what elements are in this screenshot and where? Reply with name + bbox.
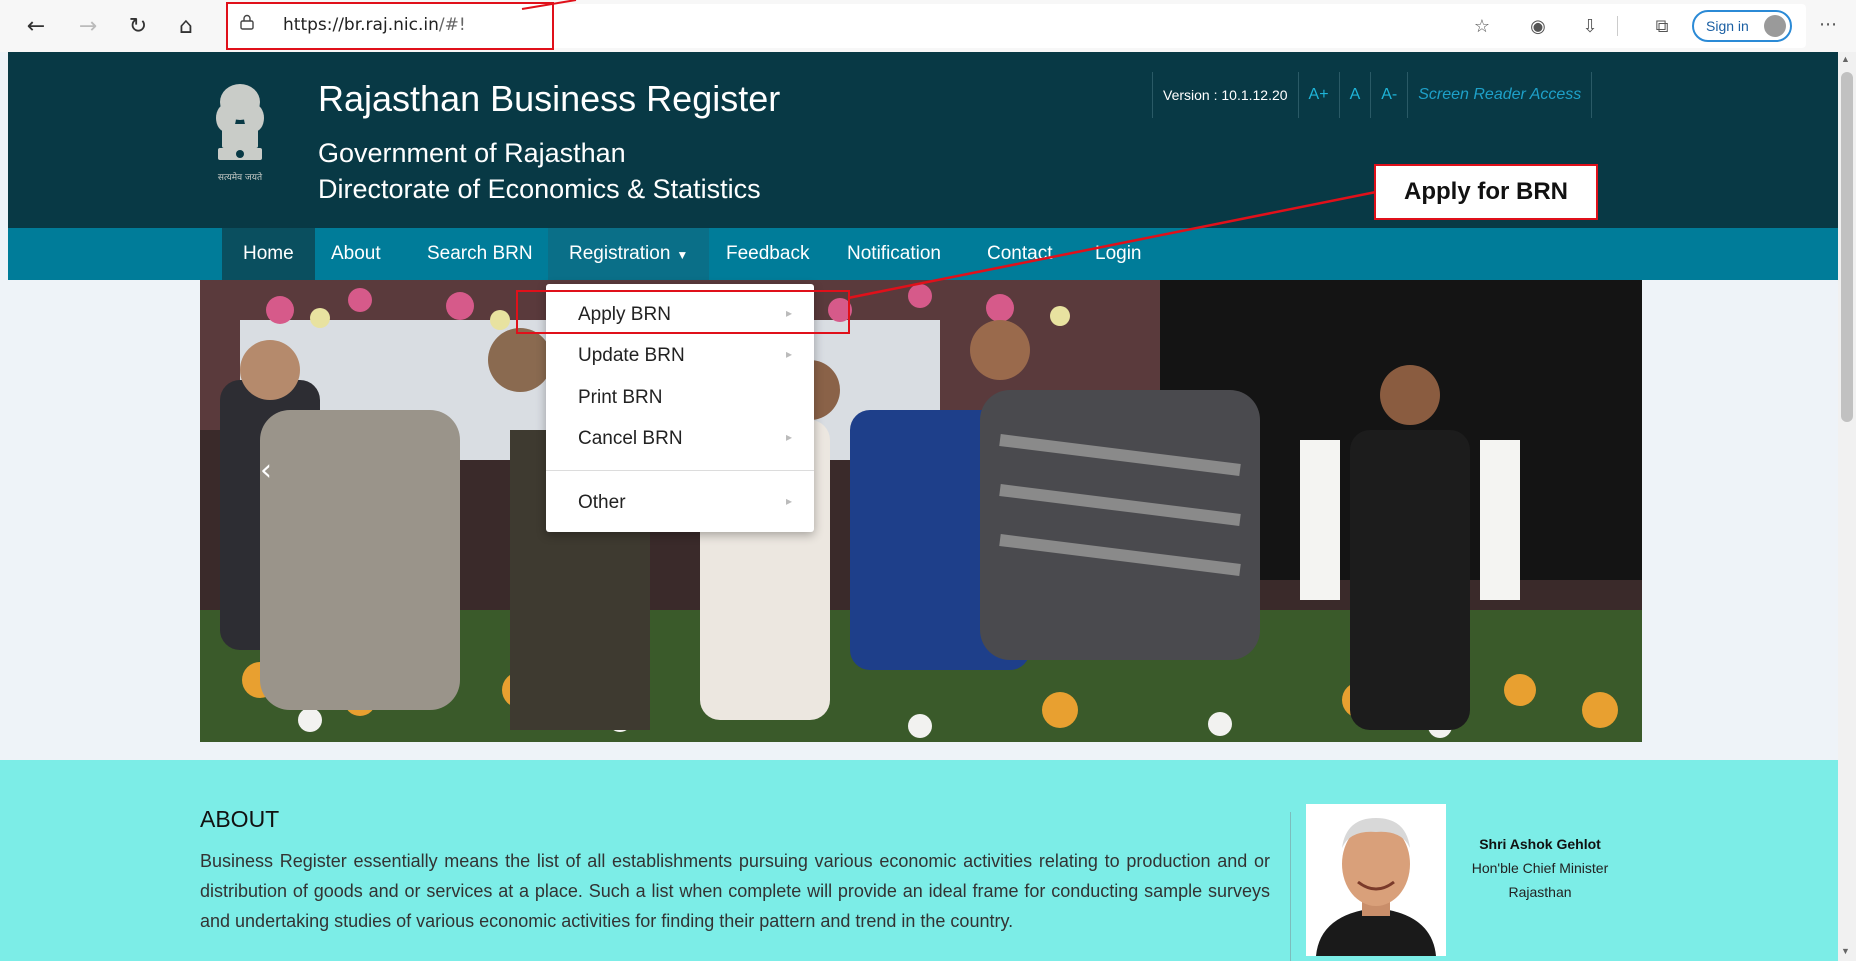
callout-arrow-line — [847, 190, 1377, 300]
chevron-right-icon: ▸ — [786, 430, 793, 444]
apply-for-brn-callout: Apply for BRN — [1374, 164, 1598, 220]
more-options-icon[interactable]: ⋯ — [1816, 12, 1840, 36]
url-highlight-box — [226, 2, 554, 50]
download-icon[interactable]: ⇩ — [1578, 14, 1602, 38]
carousel-banner-image[interactable]: ‹ — [200, 280, 1642, 742]
sign-in-label: Sign in — [1706, 18, 1749, 34]
scroll-up-icon[interactable]: ▲ — [1841, 54, 1850, 64]
site-subtitle-directorate: Directorate of Economics & Statistics — [318, 174, 761, 204]
nav-registration[interactable]: Registration ▼ — [548, 228, 710, 280]
emblem-caption: सत्यमेव जयते — [218, 171, 263, 183]
refresh-icon[interactable]: ↻ — [122, 10, 154, 42]
font-increase-button[interactable]: A+ — [1299, 72, 1340, 118]
chevron-right-icon: ▸ — [786, 494, 793, 508]
sign-in-button[interactable]: Sign in — [1692, 10, 1792, 42]
extension-icon[interactable]: ◉ — [1526, 14, 1550, 38]
scrollbar-thumb[interactable] — [1841, 72, 1853, 422]
home-icon[interactable]: ⌂ — [170, 10, 202, 42]
chevron-right-icon: ▸ — [786, 347, 793, 361]
font-normal-button[interactable]: A — [1340, 72, 1372, 118]
caret-down-icon: ▼ — [676, 248, 689, 262]
scroll-down-icon[interactable]: ▼ — [1841, 946, 1850, 956]
chief-minister-role: Hon'ble Chief Minister — [1471, 860, 1609, 876]
svg-text:‹: ‹ — [260, 453, 272, 488]
profile-avatar-icon — [1764, 15, 1786, 37]
favorite-star-icon[interactable]: ☆ — [1470, 14, 1494, 38]
version-text: Version : 10.1.12.20 — [1153, 72, 1299, 118]
dropdown-update-brn[interactable]: Update BRN — [578, 345, 685, 367]
nav-search-brn[interactable]: Search BRN — [406, 228, 554, 280]
accessibility-bar: Version : 10.1.12.20 A+ A A- Screen Read… — [1152, 72, 1593, 118]
nav-feedback[interactable]: Feedback — [705, 228, 830, 280]
screen-reader-link[interactable]: Screen Reader Access — [1408, 72, 1591, 118]
about-paragraph: Business Register essentially means the … — [200, 851, 1270, 931]
national-emblem-logo: सत्यमेव जयते — [216, 84, 264, 183]
font-decrease-button[interactable]: A- — [1371, 72, 1409, 118]
dropdown-other[interactable]: Other — [578, 492, 626, 514]
back-icon[interactable]: ← — [20, 10, 52, 42]
about-divider — [1290, 812, 1291, 961]
forward-icon[interactable]: → — [72, 10, 104, 42]
site-subtitle-government: Government of Rajasthan — [318, 138, 626, 168]
url-annotation-line — [521, 0, 577, 10]
collections-icon[interactable]: ⧉ — [1650, 14, 1674, 38]
nav-home[interactable]: Home — [222, 228, 315, 280]
chief-minister-name: Shri Ashok Gehlot — [1479, 836, 1601, 852]
site-title[interactable]: Rajasthan Business Register — [318, 78, 780, 120]
about-heading: ABOUT — [200, 806, 280, 832]
nav-registration-label: Registration — [569, 243, 671, 264]
dropdown-cancel-brn[interactable]: Cancel BRN — [578, 428, 683, 450]
chief-minister-state: Rajasthan — [1508, 884, 1572, 900]
nav-about[interactable]: About — [310, 228, 402, 280]
dropdown-print-brn[interactable]: Print BRN — [578, 387, 662, 409]
toolbar-divider — [1617, 16, 1618, 36]
chief-minister-photo — [1306, 804, 1446, 956]
apply-brn-highlight-box — [516, 290, 850, 334]
dropdown-divider — [546, 470, 814, 471]
